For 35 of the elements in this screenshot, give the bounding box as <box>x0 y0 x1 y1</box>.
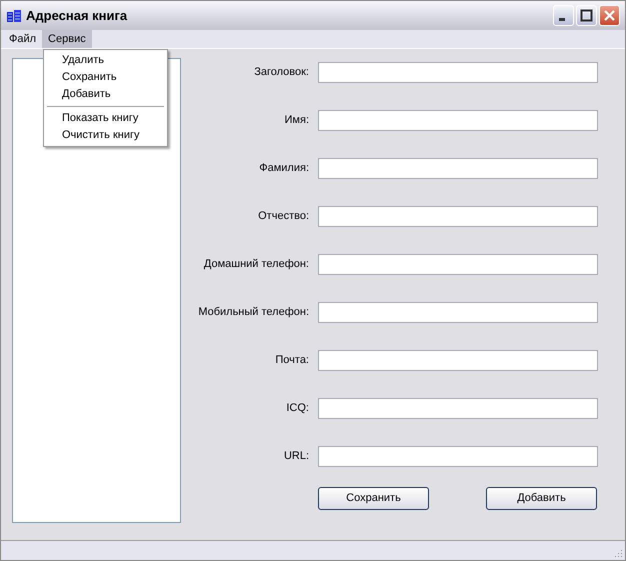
field-label: Мобильный телефон: <box>198 305 309 320</box>
field-label: Отчество: <box>258 209 309 224</box>
minimize-icon <box>558 18 564 21</box>
dropdown-item[interactable]: Удалить <box>44 52 167 69</box>
dropdown-item[interactable]: Добавить <box>44 86 167 103</box>
input-field[interactable] <box>318 158 598 179</box>
window-title: Адресная книга <box>26 6 128 25</box>
input-field[interactable] <box>318 350 598 371</box>
input-field[interactable] <box>318 398 598 419</box>
field-label: Почта: <box>275 353 309 368</box>
input-field[interactable] <box>318 254 598 275</box>
input-field[interactable] <box>318 446 598 467</box>
maximize-icon <box>580 9 593 22</box>
field-label: URL: <box>284 449 309 464</box>
field-label: Домашний телефон: <box>204 257 309 272</box>
field-label: Имя: <box>284 113 309 128</box>
dropdown-item[interactable]: Сохранить <box>44 69 167 86</box>
close-icon <box>603 9 616 22</box>
input-field[interactable] <box>318 110 598 131</box>
app-icon <box>6 8 22 22</box>
field-label: Заголовок: <box>254 65 309 80</box>
input-field[interactable] <box>318 302 598 323</box>
maximize-button[interactable] <box>576 5 597 26</box>
menu-item[interactable]: Файл <box>3 30 42 48</box>
action-button[interactable]: Сохранить <box>318 487 429 510</box>
input-field[interactable] <box>318 62 598 83</box>
field-label: ICQ: <box>286 401 309 416</box>
field-label: Фамилия: <box>259 161 309 176</box>
dropdown-item[interactable]: Очистить книгу <box>44 127 167 144</box>
input-field[interactable] <box>318 206 598 227</box>
menu-item[interactable]: Сервис <box>42 30 92 48</box>
dropdown-item[interactable]: Показать книгу <box>44 110 167 127</box>
action-button[interactable]: Добавить <box>486 487 597 510</box>
close-button[interactable] <box>599 5 620 26</box>
minimize-button[interactable] <box>553 5 574 26</box>
